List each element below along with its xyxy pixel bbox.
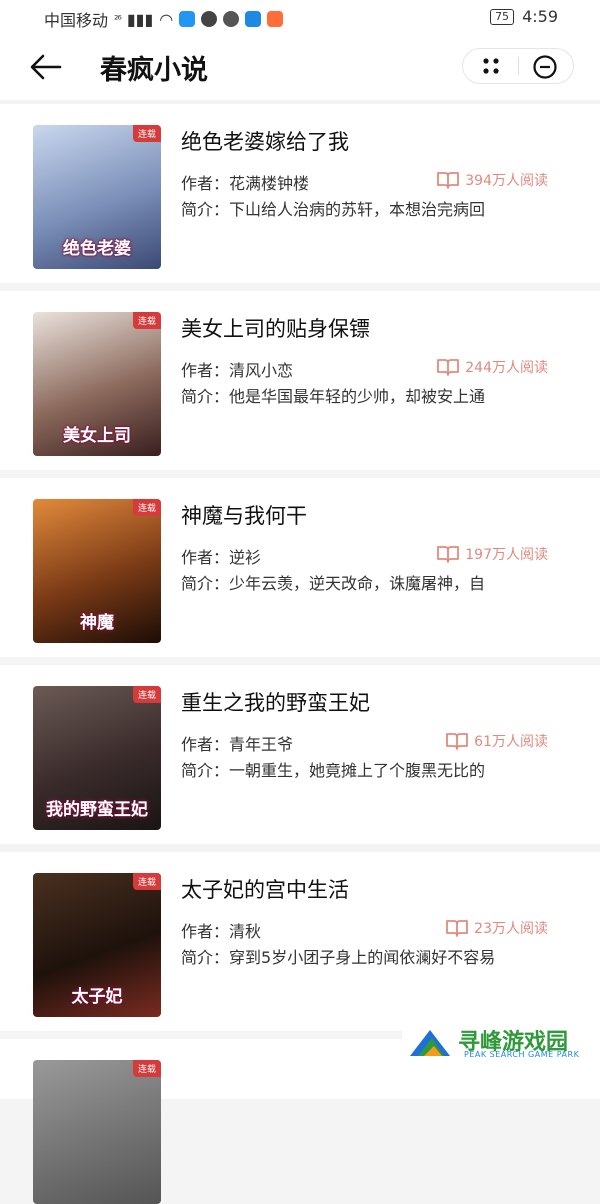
book-intro: 简介：他是华国最年轻的少帅，却被安上通 bbox=[181, 383, 549, 407]
book-author: 作者：逆衫 bbox=[181, 544, 261, 568]
signal-icon: ▮▮▮ bbox=[126, 9, 154, 29]
book-title[interactable]: 美女上司的贴身保镖 bbox=[181, 313, 370, 343]
peak-logo-icon bbox=[410, 1030, 450, 1056]
wifi-icon: ◠ bbox=[159, 9, 174, 29]
book-title[interactable]: 神魔与我何干 bbox=[181, 500, 307, 530]
book-author: 作者：青年王爷 bbox=[181, 731, 293, 755]
read-count: 394万人阅读 bbox=[437, 170, 548, 190]
cover-title: 绝色老婆 bbox=[63, 239, 131, 259]
intro-prefix: 简介： bbox=[181, 574, 230, 593]
book-title[interactable]: 绝色老婆嫁给了我 bbox=[181, 126, 349, 156]
book-title[interactable]: 太子妃的宫中生活 bbox=[181, 874, 349, 904]
author-name: 清秋 bbox=[229, 922, 262, 941]
intro-text: 他是华国最年轻的少帅，却被安上通 bbox=[229, 387, 486, 406]
status-bar: 中国移动 ²⁶ ▮▮▮ ◠ 75 4:59 bbox=[0, 0, 600, 34]
app-notification-icon bbox=[267, 11, 284, 27]
intro-text: 穿到5岁小团子身上的闻依澜好不容易 bbox=[229, 948, 496, 967]
intro-prefix: 简介： bbox=[181, 387, 230, 406]
app-header: 春疯小说 bbox=[0, 34, 600, 100]
close-circle-icon[interactable] bbox=[532, 54, 558, 80]
book-cover[interactable]: 连载 美女上司 bbox=[33, 312, 161, 456]
book-intro: 简介：穿到5岁小团子身上的闻依澜好不容易 bbox=[181, 944, 549, 968]
clock: 4:59 bbox=[522, 7, 558, 26]
read-count: 23万人阅读 bbox=[446, 918, 548, 938]
read-count: 61万人阅读 bbox=[446, 731, 548, 751]
more-dots-icon[interactable] bbox=[477, 55, 505, 77]
open-book-icon bbox=[437, 359, 460, 376]
capsule-divider bbox=[518, 57, 519, 75]
page-title: 春疯小说 bbox=[100, 55, 208, 86]
intro-prefix: 简介： bbox=[181, 200, 230, 219]
app-notification-icon bbox=[201, 11, 218, 27]
author-prefix: 作者： bbox=[181, 548, 230, 567]
app-notification-icon bbox=[245, 11, 262, 27]
cover-title: 太子妃 bbox=[71, 987, 123, 1007]
book-intro: 简介：少年云羡，逆天改命，诛魔屠神，自 bbox=[181, 570, 549, 594]
watermark-subtitle: PEAK SEARCH GAME PARK bbox=[464, 1050, 580, 1059]
app-notification-icon bbox=[223, 11, 240, 27]
network-label: ²⁶ bbox=[114, 12, 122, 26]
book-list: 连载 绝色老婆 绝色老婆嫁给了我 作者：花满楼钟楼 394万人阅读 简介：下山给… bbox=[0, 104, 600, 1204]
book-card[interactable]: 连载 美女上司 美女上司的贴身保镖 作者：清风小恋 244万人阅读 简介：他是华… bbox=[0, 291, 600, 470]
book-cover[interactable]: 连载 太子妃 bbox=[33, 873, 161, 1017]
book-cover[interactable]: 连载 绝色老婆 bbox=[33, 125, 161, 269]
author-name: 青年王爷 bbox=[229, 735, 294, 754]
book-author: 作者：花满楼钟楼 bbox=[181, 170, 309, 194]
read-count-text: 197万人阅读 bbox=[465, 547, 548, 563]
book-card[interactable]: 连载 绝色老婆 绝色老婆嫁给了我 作者：花满楼钟楼 394万人阅读 简介：下山给… bbox=[0, 104, 600, 283]
book-intro: 简介：一朝重生，她竟摊上了个腹黑无比的 bbox=[181, 757, 549, 781]
author-prefix: 作者： bbox=[181, 922, 230, 941]
author-name: 逆衫 bbox=[229, 548, 262, 567]
author-name: 花满楼钟楼 bbox=[229, 174, 310, 193]
book-intro: 简介：下山给人治病的苏轩，本想治完病回 bbox=[181, 196, 549, 220]
intro-text: 少年云羡，逆天改命，诛魔屠神，自 bbox=[229, 574, 486, 593]
book-author: 作者：清风小恋 bbox=[181, 357, 293, 381]
mini-program-capsule bbox=[462, 48, 574, 84]
read-count: 244万人阅读 bbox=[437, 357, 548, 377]
cover-title: 神魔 bbox=[80, 613, 114, 633]
book-cover[interactable]: 连载 我的野蛮王妃 bbox=[33, 686, 161, 830]
intro-text: 下山给人治病的苏轩，本想治完病回 bbox=[229, 200, 486, 219]
intro-prefix: 简介： bbox=[181, 948, 230, 967]
author-prefix: 作者： bbox=[181, 361, 230, 380]
intro-prefix: 简介： bbox=[181, 761, 230, 780]
back-arrow-icon[interactable] bbox=[28, 50, 64, 84]
book-author: 作者：清秋 bbox=[181, 918, 261, 942]
read-count-text: 61万人阅读 bbox=[474, 734, 548, 750]
book-cover[interactable]: 连载 神魔 bbox=[33, 499, 161, 643]
open-book-icon bbox=[437, 172, 460, 189]
book-title[interactable]: 重生之我的野蛮王妃 bbox=[181, 687, 370, 717]
author-prefix: 作者： bbox=[181, 174, 230, 193]
cover-title: 我的野蛮王妃 bbox=[46, 800, 148, 820]
carrier-label: 中国移动 bbox=[44, 11, 109, 30]
book-cover[interactable]: 连载 bbox=[33, 1060, 161, 1204]
open-book-icon bbox=[437, 546, 460, 563]
open-book-icon bbox=[446, 733, 469, 750]
serializing-tag: 连载 bbox=[132, 686, 161, 703]
author-prefix: 作者： bbox=[181, 735, 230, 754]
read-count: 197万人阅读 bbox=[437, 544, 548, 564]
serializing-tag: 连载 bbox=[132, 499, 161, 516]
serializing-tag: 连载 bbox=[132, 873, 161, 890]
serializing-tag: 连载 bbox=[132, 125, 161, 142]
open-book-icon bbox=[446, 920, 469, 937]
battery-icon: 75 bbox=[490, 8, 515, 25]
intro-text: 一朝重生，她竟摊上了个腹黑无比的 bbox=[229, 761, 486, 780]
book-card[interactable]: 连载 神魔 神魔与我何干 作者：逆衫 197万人阅读 简介：少年云羡，逆天改命，… bbox=[0, 478, 600, 657]
book-card[interactable]: 连载 太子妃 太子妃的宫中生活 作者：清秋 23万人阅读 简介：穿到5岁小团子身… bbox=[0, 852, 600, 1031]
book-card[interactable]: 连载 我的野蛮王妃 重生之我的野蛮王妃 作者：青年王爷 61万人阅读 简介：一朝… bbox=[0, 665, 600, 844]
serializing-tag: 连载 bbox=[132, 1060, 161, 1077]
serializing-tag: 连载 bbox=[132, 312, 161, 329]
author-name: 清风小恋 bbox=[229, 361, 294, 380]
read-count-text: 394万人阅读 bbox=[465, 173, 548, 189]
app-notification-icon bbox=[179, 11, 196, 27]
watermark: 寻峰游戏园 PEAK SEARCH GAME PARK bbox=[402, 1022, 600, 1066]
cover-title: 美女上司 bbox=[63, 426, 131, 446]
read-count-text: 244万人阅读 bbox=[465, 360, 548, 376]
read-count-text: 23万人阅读 bbox=[474, 921, 548, 937]
